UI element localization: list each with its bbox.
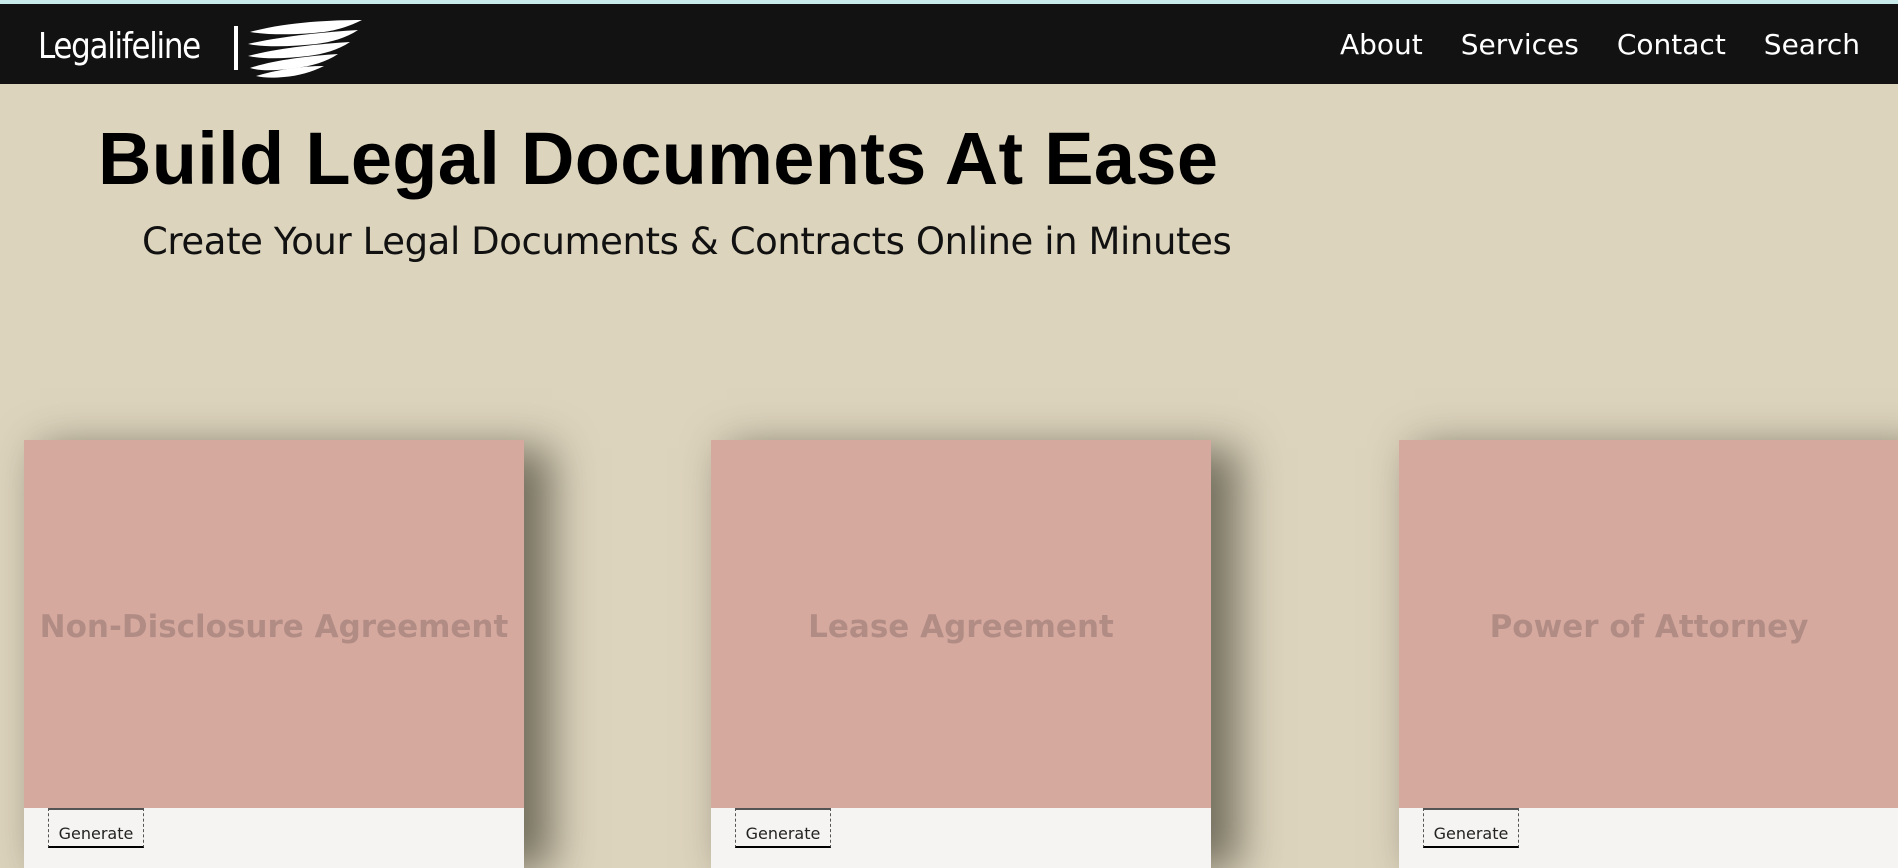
generate-button[interactable]: Generate xyxy=(735,808,831,848)
navbar: Legalifeline About Services Contact Sear… xyxy=(0,4,1898,84)
brand[interactable]: Legalifeline xyxy=(38,18,362,78)
generate-button[interactable]: Generate xyxy=(48,808,144,848)
card-title: Lease Agreement xyxy=(808,609,1114,645)
card-footer: Generate xyxy=(24,808,524,868)
card-footer: Generate xyxy=(1399,808,1898,868)
document-card-power-of-attorney[interactable]: Power of Attorney Generate xyxy=(1399,440,1898,868)
nav-services-link[interactable]: Services xyxy=(1461,28,1579,61)
nav-search-link[interactable]: Search xyxy=(1764,28,1860,61)
document-card-nda[interactable]: Non-Disclosure Agreement Generate xyxy=(24,440,524,868)
card-title: Power of Attorney xyxy=(1489,609,1809,645)
nav-contact-link[interactable]: Contact xyxy=(1617,28,1726,61)
hero-title: Build Legal Documents At Ease xyxy=(98,117,1219,200)
document-card-lease[interactable]: Lease Agreement Generate xyxy=(711,440,1211,868)
brand-divider xyxy=(234,26,238,70)
card-face[interactable]: Power of Attorney xyxy=(1399,440,1898,808)
card-face[interactable]: Lease Agreement xyxy=(711,440,1211,808)
wing-logo-icon xyxy=(248,20,362,78)
card-footer: Generate xyxy=(711,808,1211,868)
nav-links: About Services Contact Search xyxy=(1340,4,1860,84)
nav-about-link[interactable]: About xyxy=(1340,28,1423,61)
card-title: Non-Disclosure Agreement xyxy=(39,609,509,645)
hero-subtitle: Create Your Legal Documents & Contracts … xyxy=(142,220,1232,263)
card-face[interactable]: Non-Disclosure Agreement xyxy=(24,440,524,808)
generate-button[interactable]: Generate xyxy=(1423,808,1519,848)
brand-name: Legalifeline xyxy=(38,25,201,67)
